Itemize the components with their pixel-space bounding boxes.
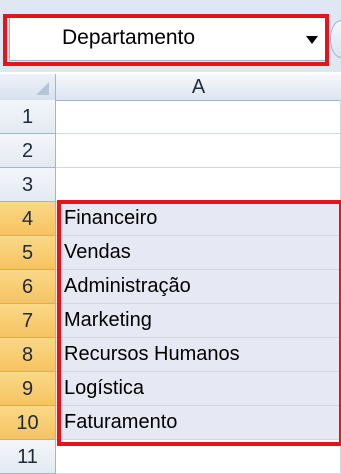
cell[interactable]: Administração <box>56 270 341 304</box>
cell-value: Logística <box>64 377 145 399</box>
cell-value: Administração <box>64 275 191 297</box>
row-header[interactable]: 10 <box>0 406 56 440</box>
row-header[interactable]: 5 <box>0 236 56 270</box>
cell-value: Recursos Humanos <box>64 343 240 365</box>
column-header-a[interactable]: A <box>56 74 341 100</box>
cell[interactable] <box>56 440 341 474</box>
sheet-row: 8 Recursos Humanos <box>0 338 341 372</box>
sheet-row: 11 <box>0 440 341 474</box>
sheet-row: 3 <box>0 168 341 202</box>
cell[interactable]: Financeiro <box>56 202 341 236</box>
sheet-row: 6 Administração <box>0 270 341 304</box>
cell-value: Marketing <box>64 309 152 331</box>
sheet-row: 2 <box>0 134 341 168</box>
row-header[interactable]: 9 <box>0 372 56 406</box>
cell[interactable]: Faturamento <box>56 406 341 440</box>
row-header[interactable]: 4 <box>0 202 56 236</box>
sheet-row: 7 Marketing <box>0 304 341 338</box>
cell[interactable]: Vendas <box>56 236 341 270</box>
select-all-icon <box>36 82 49 95</box>
sheet-row: 9 Logística <box>0 372 341 406</box>
cell[interactable]: Recursos Humanos <box>56 338 341 372</box>
row-header[interactable]: 2 <box>0 134 56 168</box>
sheet-row: 4 Financeiro <box>0 202 341 236</box>
cell[interactable] <box>56 134 341 168</box>
cell-value: Vendas <box>64 241 131 263</box>
chevron-down-icon[interactable] <box>306 36 318 44</box>
row-header[interactable]: 6 <box>0 270 56 304</box>
cell[interactable]: Logística <box>56 372 341 406</box>
name-box-value: Departamento <box>62 26 196 49</box>
formula-bar-edge[interactable] <box>330 20 341 58</box>
cell-value: Faturamento <box>64 411 178 433</box>
cell[interactable]: Marketing <box>56 304 341 338</box>
name-box[interactable]: Departamento <box>9 17 327 61</box>
row-header[interactable]: 3 <box>0 168 56 202</box>
sheet-row: 5 Vendas <box>0 236 341 270</box>
select-all-button[interactable] <box>0 74 56 100</box>
cell[interactable] <box>56 168 341 202</box>
sheet-row: 10 Faturamento <box>0 406 341 440</box>
formula-bar-area: Departamento <box>0 0 341 72</box>
cell[interactable] <box>56 100 341 134</box>
row-header[interactable]: 7 <box>0 304 56 338</box>
cell-value: Financeiro <box>64 207 158 229</box>
row-header[interactable]: 8 <box>0 338 56 372</box>
row-header[interactable]: 1 <box>0 100 56 134</box>
row-header[interactable]: 11 <box>0 440 56 474</box>
column-header-row: A <box>0 74 341 101</box>
sheet-row: 1 <box>0 100 341 134</box>
